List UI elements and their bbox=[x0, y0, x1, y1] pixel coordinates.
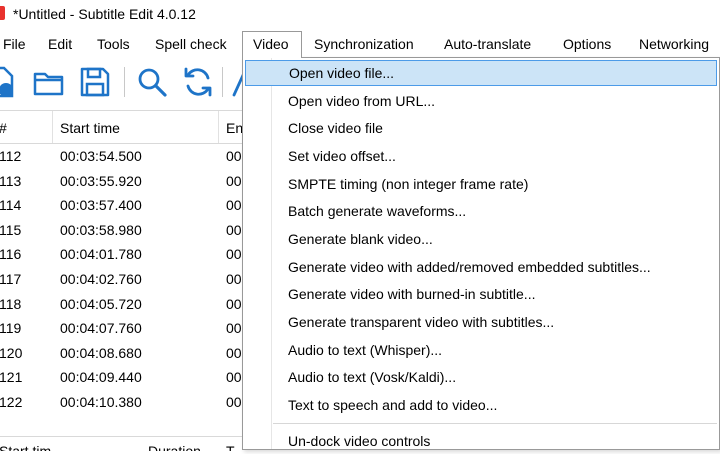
row-number-cell: 113 bbox=[0, 172, 22, 189]
title-bar: *Untitled - Subtitle Edit 4.0.12 bbox=[0, 0, 720, 30]
end-time-cell: 00 bbox=[226, 197, 242, 214]
table-row[interactable]: 118 00:04:05.720 00 bbox=[0, 292, 242, 317]
menu-item[interactable]: Audio to text (Whisper)... bbox=[245, 337, 717, 363]
menu-item[interactable]: Un-dock video controls bbox=[245, 428, 717, 454]
menu-tools[interactable]: Tools bbox=[91, 31, 136, 57]
row-number-cell: 116 bbox=[0, 246, 22, 263]
start-time-cell: 00:03:54.500 bbox=[60, 148, 142, 164]
menu-bar: File Edit Tools Spell check Video Synchr… bbox=[0, 31, 720, 58]
menu-networking[interactable]: Networking bbox=[633, 31, 715, 57]
end-time-cell: 00 bbox=[226, 270, 242, 287]
table-row[interactable]: 112 00:03:54.500 00 bbox=[0, 144, 242, 169]
menu-item[interactable]: Audio to text (Vosk/Kaldi)... bbox=[245, 364, 717, 390]
subtitle-grid: # Start time En 112 00:03:54.500 00 113 00:0… bbox=[0, 110, 243, 433]
menu-item[interactable]: Open video from URL... bbox=[245, 88, 717, 114]
row-number-cell: 118 bbox=[0, 295, 22, 312]
bottom-panel-header: Start tim Duration T bbox=[0, 436, 242, 451]
start-time-cell: 00:03:57.400 bbox=[60, 197, 142, 214]
menu-item[interactable]: Open video file... bbox=[245, 60, 717, 86]
end-time-cell: 00 bbox=[226, 295, 242, 312]
start-time-cell: 00:04:05.720 bbox=[60, 295, 142, 312]
row-number-cell: 122 bbox=[0, 393, 23, 410]
end-time-cell: 00 bbox=[226, 221, 242, 238]
table-row[interactable]: 116 00:04:01.780 00 bbox=[0, 242, 242, 267]
toolbar-separator bbox=[124, 67, 125, 97]
start-time-cell: 00:04:09.440 bbox=[60, 369, 142, 386]
row-number-cell: 112 bbox=[0, 148, 22, 164]
new-file-icon[interactable] bbox=[0, 65, 18, 99]
table-row[interactable]: 113 00:03:55.920 00 bbox=[0, 169, 242, 194]
menu-item[interactable]: Text to speech and add to video... bbox=[245, 392, 717, 418]
menu-video[interactable]: Video bbox=[242, 31, 302, 58]
table-row[interactable]: 114 00:03:57.400 00 bbox=[0, 193, 242, 218]
table-row[interactable]: 117 00:04:02.760 00 bbox=[0, 267, 242, 292]
start-time-cell: 00:04:01.780 bbox=[60, 246, 142, 263]
end-time-cell: 00 bbox=[226, 246, 242, 263]
video-menu-dropdown: Open video file... Open video from URL...… bbox=[242, 57, 720, 450]
menu-item[interactable]: Batch generate waveforms... bbox=[245, 198, 717, 224]
replace-icon[interactable] bbox=[181, 65, 215, 99]
app-logo-icon bbox=[0, 6, 5, 20]
row-number-cell: 115 bbox=[0, 221, 22, 238]
menu-options[interactable]: Options bbox=[557, 31, 617, 57]
menu-item[interactable]: Generate video with burned-in subtitle..… bbox=[245, 281, 717, 307]
column-header-start-time[interactable]: Start time bbox=[60, 111, 120, 143]
column-header-end-time[interactable]: En bbox=[226, 111, 243, 143]
menu-spell-check[interactable]: Spell check bbox=[149, 31, 233, 57]
row-number-cell: 120 bbox=[0, 344, 23, 361]
table-row[interactable]: 121 00:04:09.440 00 bbox=[0, 365, 242, 390]
column-divider[interactable] bbox=[218, 111, 219, 143]
end-time-cell: 00 bbox=[226, 172, 242, 189]
grid-body: 112 00:03:54.500 00 113 00:03:55.920 00 114 00:… bbox=[0, 144, 242, 415]
menu-item[interactable]: Generate video with added/removed embedd… bbox=[245, 254, 717, 280]
row-number-cell: 114 bbox=[0, 197, 22, 214]
toolbar-separator bbox=[222, 67, 223, 97]
end-time-cell: 00 bbox=[226, 344, 242, 361]
menu-separator bbox=[273, 423, 717, 425]
row-number-cell: 117 bbox=[0, 270, 22, 287]
start-time-cell: 00:03:58.980 bbox=[60, 221, 142, 238]
column-header-number[interactable]: # bbox=[0, 111, 7, 143]
column-divider[interactable] bbox=[52, 111, 53, 143]
menu-auto-translate[interactable]: Auto-translate bbox=[438, 31, 537, 57]
menu-item[interactable]: Set video offset... bbox=[245, 143, 717, 169]
table-row[interactable]: 120 00:04:08.680 00 bbox=[0, 341, 242, 366]
menu-file[interactable]: File bbox=[0, 31, 32, 57]
window-title: *Untitled - Subtitle Edit 4.0.12 bbox=[13, 6, 196, 22]
menu-synchronization[interactable]: Synchronization bbox=[308, 31, 420, 57]
open-folder-icon[interactable] bbox=[32, 65, 66, 99]
end-time-cell: 00 bbox=[226, 369, 242, 386]
row-number-cell: 119 bbox=[0, 320, 22, 337]
end-time-cell: 00 bbox=[226, 320, 242, 337]
menu-item[interactable]: Close video file bbox=[245, 115, 717, 141]
start-time-cell: 00:03:55.920 bbox=[60, 172, 142, 189]
menu-item[interactable]: Generate blank video... bbox=[245, 226, 717, 252]
start-time-cell: 00:04:08.680 bbox=[60, 344, 142, 361]
start-time-cell: 00:04:07.760 bbox=[60, 320, 142, 337]
find-icon[interactable] bbox=[135, 65, 169, 99]
end-time-cell: 00 bbox=[226, 148, 242, 164]
menu-edit[interactable]: Edit bbox=[42, 31, 78, 57]
row-number-cell: 121 bbox=[0, 369, 23, 386]
table-row[interactable]: 115 00:03:58.980 00 bbox=[0, 218, 242, 243]
table-row[interactable]: 122 00:04:10.380 00 bbox=[0, 390, 242, 415]
end-time-cell: 00 bbox=[226, 393, 242, 410]
menu-item[interactable]: SMPTE timing (non integer frame rate) bbox=[245, 171, 717, 197]
start-time-cell: 00:04:02.760 bbox=[60, 270, 142, 287]
save-icon[interactable] bbox=[78, 65, 112, 99]
grid-header: # Start time En bbox=[0, 111, 243, 144]
start-time-cell: 00:04:10.380 bbox=[60, 393, 142, 410]
menu-item[interactable]: Generate transparent video with subtitle… bbox=[245, 309, 717, 335]
table-row[interactable]: 119 00:04:07.760 00 bbox=[0, 316, 242, 341]
